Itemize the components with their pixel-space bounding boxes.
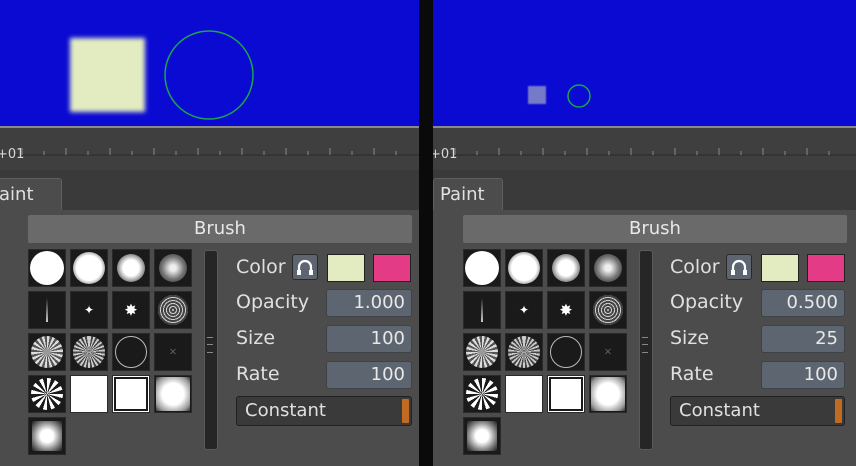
dropdown-accent — [835, 399, 842, 423]
brush-grid-scrollbar[interactable] — [639, 250, 653, 450]
brush-preset-stroke[interactable] — [463, 291, 501, 329]
secondary-color-swatch[interactable] — [807, 254, 845, 282]
size-label: Size — [670, 327, 710, 349]
color-label: Color — [236, 256, 286, 278]
viewer-canvas — [70, 30, 254, 120]
brush-mode-dropdown[interactable]: Constant — [236, 396, 412, 426]
brush-preset-burst[interactable] — [28, 375, 66, 413]
opacity-label: Opacity — [670, 291, 744, 313]
brush-preset-texture-a[interactable] — [463, 333, 501, 371]
tab-paint[interactable]: aint — [0, 178, 62, 212]
brush-preset-ring[interactable] — [112, 333, 150, 371]
rate-label: Rate — [236, 363, 280, 385]
brush-preset-texture-a[interactable] — [28, 333, 66, 371]
brush-preset-square-feather[interactable] — [463, 417, 501, 455]
painted-square — [70, 38, 145, 112]
brush-preset-star[interactable]: ✸ — [112, 291, 150, 329]
brush-preset-square-outline[interactable] — [112, 375, 150, 413]
panel-separator — [419, 0, 433, 466]
timeline[interactable] — [433, 128, 856, 170]
brush-preset-soft-medium[interactable] — [547, 249, 585, 287]
brush-preset-star-small[interactable]: ✦ — [505, 291, 543, 329]
brush-preset-texture-b[interactable] — [505, 333, 543, 371]
pick-color-button[interactable] — [292, 254, 318, 280]
brush-preset-square-hard[interactable] — [70, 375, 108, 413]
brush-mode-value: Constant — [245, 400, 326, 421]
opacity-field[interactable]: 1.000 — [326, 289, 412, 317]
brush-preset-star[interactable]: ✸ — [547, 291, 585, 329]
rate-field[interactable]: 100 — [326, 361, 412, 389]
brush-cursor-circle — [567, 84, 591, 108]
brush-preset-speckle[interactable] — [154, 291, 192, 329]
scrollbar-grip[interactable] — [207, 337, 213, 353]
brush-preset-soft-large[interactable] — [70, 249, 108, 287]
brush-preset-dot[interactable]: × — [589, 333, 627, 371]
scrollbar-grip[interactable] — [642, 337, 648, 353]
brush-preset-square-soft[interactable] — [154, 375, 192, 413]
tab-paint[interactable]: Paint — [433, 178, 503, 212]
size-label: Size — [236, 327, 276, 349]
brush-preset-square-feather[interactable] — [28, 417, 66, 455]
color-label: Color — [670, 256, 720, 278]
brush-preset-texture-b[interactable] — [70, 333, 108, 371]
brush-preset-speckle[interactable] — [589, 291, 627, 329]
viewer-canvas — [528, 84, 591, 108]
paint-panel-right: +01 Paint Brush ✦ ✸ × Color Opacity 0.50… — [433, 0, 856, 466]
brush-mode-dropdown[interactable]: Constant — [670, 396, 845, 426]
brush-preset-hard-large[interactable] — [463, 249, 501, 287]
primary-color-swatch[interactable] — [327, 254, 365, 282]
pick-color-icon — [297, 259, 313, 275]
timeline-frame-label: +01 — [433, 147, 458, 162]
paint-panel-left: +01 aint Brush ✦ ✸ × Color Opacity 1.000… — [0, 0, 419, 466]
secondary-color-swatch[interactable] — [373, 254, 411, 282]
brush-preset-burst[interactable] — [463, 375, 501, 413]
pick-color-button[interactable] — [726, 254, 752, 280]
brush-preset-feather[interactable] — [589, 249, 627, 287]
brush-preset-ring[interactable] — [547, 333, 585, 371]
brush-section-header: Brush — [28, 215, 412, 243]
opacity-field[interactable]: 0.500 — [761, 289, 845, 317]
opacity-label: Opacity — [236, 291, 310, 313]
pick-color-icon — [731, 259, 747, 275]
timeline-frame-label: +01 — [0, 147, 25, 162]
brush-preset-dot[interactable]: × — [154, 333, 192, 371]
timeline[interactable] — [0, 128, 419, 170]
size-field[interactable]: 25 — [761, 325, 845, 353]
rate-label: Rate — [670, 363, 714, 385]
viewer[interactable] — [433, 0, 856, 126]
brush-preset-square-soft[interactable] — [589, 375, 627, 413]
timeline-ticks — [0, 148, 419, 156]
brush-preset-hard-large[interactable] — [28, 249, 66, 287]
brush-mode-value: Constant — [679, 400, 760, 421]
tab-bar — [0, 170, 419, 210]
viewer[interactable] — [0, 0, 419, 126]
timeline-ticks — [433, 148, 856, 156]
brush-section-header: Brush — [463, 215, 847, 243]
brush-preset-soft-large[interactable] — [505, 249, 543, 287]
brush-preset-stroke[interactable] — [28, 291, 66, 329]
rate-field[interactable]: 100 — [761, 361, 845, 389]
dropdown-accent — [402, 399, 409, 423]
brush-preset-feather[interactable] — [154, 249, 192, 287]
brush-preset-star-small[interactable]: ✦ — [70, 291, 108, 329]
brush-preset-soft-medium[interactable] — [112, 249, 150, 287]
brush-cursor-circle — [164, 30, 254, 120]
primary-color-swatch[interactable] — [761, 254, 799, 282]
brush-preset-square-hard[interactable] — [505, 375, 543, 413]
brush-preset-square-outline[interactable] — [547, 375, 585, 413]
size-field[interactable]: 100 — [326, 325, 412, 353]
brush-grid-scrollbar[interactable] — [204, 250, 218, 450]
painted-square — [528, 86, 546, 104]
